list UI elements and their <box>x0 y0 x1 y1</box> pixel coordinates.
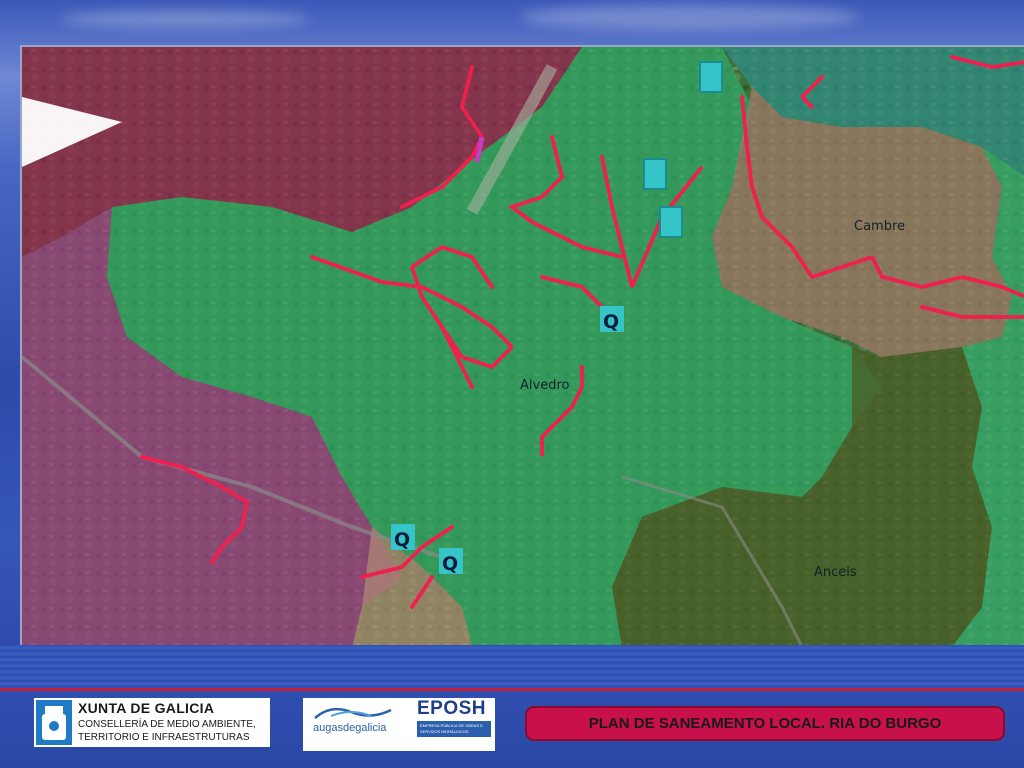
augas-wave-icon <box>314 707 392 719</box>
slide-title: PLAN DE SANEAMENTO LOCAL. RIA DO BURGO <box>588 715 942 732</box>
station-marker[interactable] <box>643 158 667 190</box>
place-label-alvedro: Alvedro <box>520 378 570 393</box>
augas-eposh-logo: augasdegalicia EPOSH EMPRESA PÚBLICA DE … <box>303 698 495 751</box>
q-marker[interactable]: Q <box>600 306 624 333</box>
slide-title-box: PLAN DE SANEAMENTO LOCAL. RIA DO BURGO <box>527 708 1003 739</box>
sky-cloud <box>520 4 860 30</box>
q-marker[interactable]: Q <box>391 524 415 551</box>
xunta-shield-icon <box>36 700 72 745</box>
xunta-name: XUNTA DE GALICIA <box>78 700 215 716</box>
xunta-logo: XUNTA DE GALICIA CONSELLERÍA DE MEDIO AM… <box>34 698 270 747</box>
augas-logo-text: augasdegalicia <box>313 722 387 734</box>
place-label-cambre: Cambre <box>854 219 905 234</box>
q-marker-label: Q <box>603 311 619 333</box>
q-marker-label: Q <box>442 553 458 575</box>
station-marker[interactable] <box>659 206 683 238</box>
sky-cloud <box>60 10 310 28</box>
place-label-anceis: Anceis <box>814 565 857 580</box>
xunta-department-line-2: TERRITORIO E INFRAESTRUTURAS <box>78 732 250 743</box>
xunta-department-line-1: CONSELLERÍA DE MEDIO AMBIENTE, <box>78 719 256 730</box>
eposh-subtitle: EMPRESA PÚBLICA DE OBRAS E SERVIZOS HIDR… <box>420 723 483 734</box>
q-marker-label: Q <box>394 529 410 551</box>
water-band <box>0 645 1024 690</box>
q-marker[interactable]: Q <box>439 548 463 575</box>
eposh-logo-text: EPOSH <box>417 698 487 719</box>
map-canvas: Q Q Q Alvedro Cambre Anceis <box>22 47 1024 647</box>
map-view[interactable]: Q Q Q Alvedro Cambre Anceis <box>20 45 1024 647</box>
station-marker[interactable] <box>699 61 723 93</box>
